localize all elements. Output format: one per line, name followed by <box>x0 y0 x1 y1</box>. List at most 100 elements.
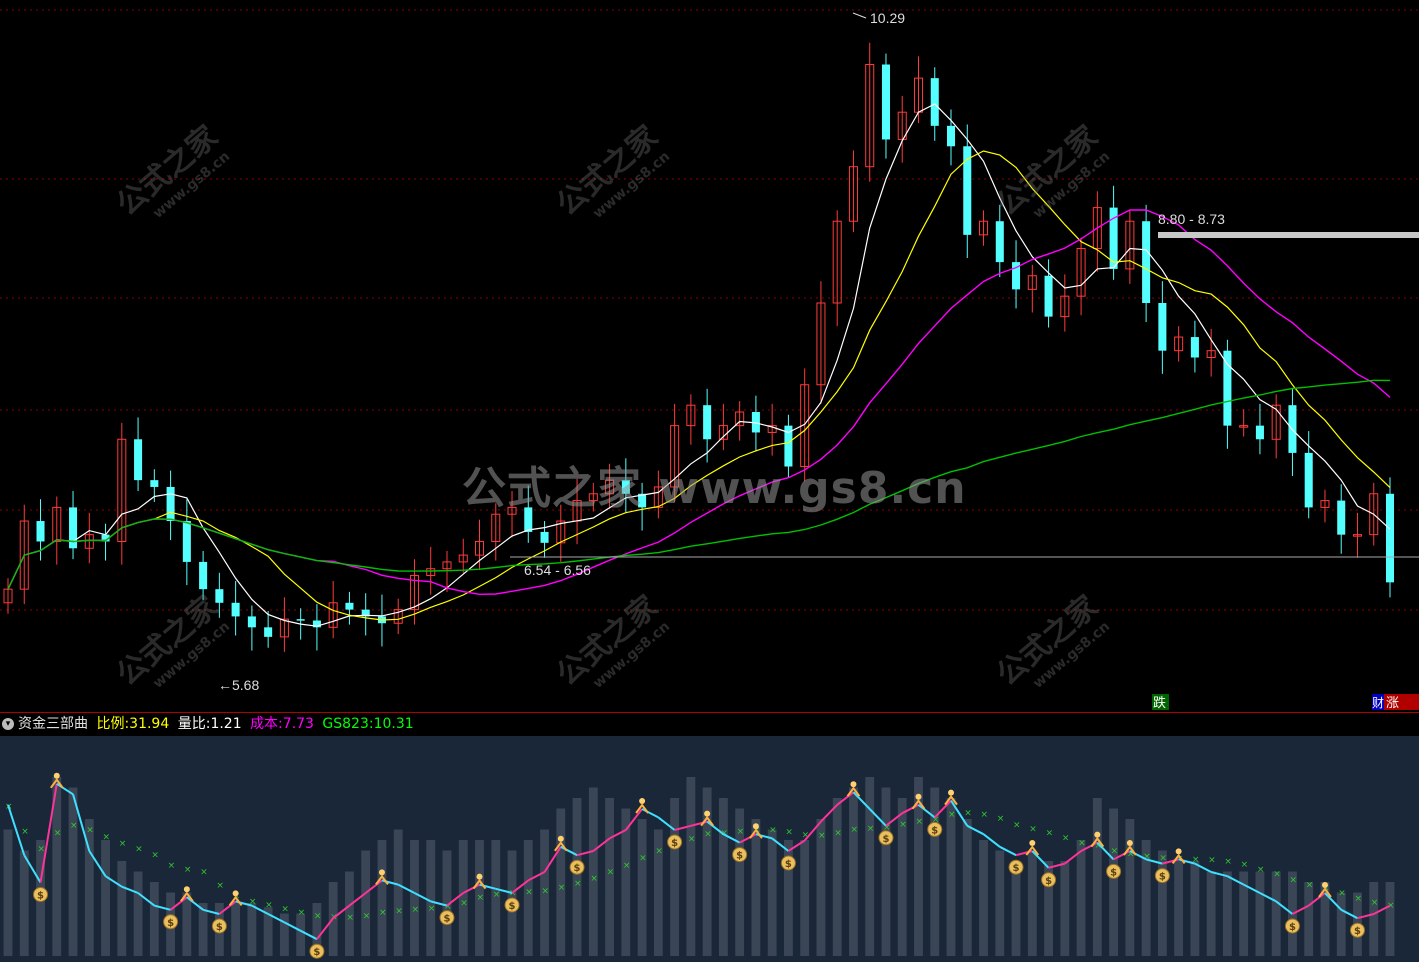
cross-marker: × <box>818 831 826 841</box>
cross-marker: × <box>168 861 176 871</box>
volume-bar <box>1255 871 1265 956</box>
volume-bar <box>1206 871 1216 956</box>
buy-moneybag-icon: $ <box>732 847 748 863</box>
buy-moneybag-icon: $ <box>1041 872 1057 888</box>
volume-bar <box>670 798 680 956</box>
candle-down <box>166 486 175 522</box>
signal-head <box>639 798 646 804</box>
cross-marker: × <box>1078 838 1086 848</box>
candle-down <box>703 405 712 440</box>
cross-marker: × <box>265 901 273 911</box>
volume-bar <box>231 903 241 956</box>
candle-down <box>231 602 240 617</box>
cross-marker: × <box>119 839 127 849</box>
cross-marker: × <box>493 890 501 900</box>
cross-marker: × <box>314 911 322 921</box>
candle-down <box>524 507 533 532</box>
volume-bar <box>1222 871 1232 956</box>
moneybag-symbol: $ <box>443 914 450 925</box>
moneybag-symbol: $ <box>736 851 743 862</box>
volume-bar <box>979 840 988 956</box>
buy-moneybag-icon: $ <box>309 943 325 959</box>
candle-down <box>199 561 208 590</box>
volume-bar <box>1011 861 1021 956</box>
volume-bar <box>800 840 810 956</box>
cross-marker: × <box>785 827 793 837</box>
collapse-icon[interactable]: ▾ <box>2 718 14 730</box>
cross-marker: × <box>411 905 419 915</box>
volume-bar <box>865 777 875 956</box>
cross-marker: × <box>1371 898 1379 908</box>
volume-bar <box>995 850 1005 956</box>
moneybag-symbol: $ <box>574 863 581 874</box>
volume-bar <box>686 777 696 956</box>
cross-marker: × <box>574 879 582 889</box>
cross-marker: × <box>200 868 208 878</box>
volume-bar <box>751 819 761 956</box>
cross-marker: × <box>867 824 875 834</box>
cross-marker: × <box>915 817 923 827</box>
volume-bar <box>881 787 891 956</box>
moneybag-symbol: $ <box>509 901 516 912</box>
high-price-label: 10.29 <box>870 10 905 26</box>
cross-marker: × <box>834 828 842 838</box>
buy-moneybag-icon: $ <box>504 897 520 913</box>
volume-bar <box>296 913 306 956</box>
candle-down <box>215 589 224 603</box>
ma20-line <box>7 209 1391 596</box>
cross-marker: × <box>639 853 647 863</box>
volume-bar <box>1174 861 1184 956</box>
price-chart[interactable]: 10.29 ←5.68 8.80 - 8.73 6.54 - 6.56 跌 财 … <box>0 0 1419 712</box>
cross-marker: × <box>623 861 631 871</box>
candle-down <box>150 480 159 487</box>
cross-marker: × <box>1013 820 1021 830</box>
ratio-value: 31.94 <box>129 716 170 732</box>
cross-marker: × <box>1111 847 1119 857</box>
cross-marker: × <box>21 827 29 837</box>
cross-marker: × <box>981 810 989 820</box>
volume-bar <box>149 882 159 956</box>
volume-bar <box>637 819 647 956</box>
candle-down <box>182 521 191 562</box>
volume-bar <box>1027 850 1037 956</box>
volume-bar <box>832 798 842 956</box>
cross-marker: × <box>737 827 745 837</box>
signal-head <box>378 869 385 876</box>
volume-bar <box>718 798 728 956</box>
signal-head <box>704 810 711 817</box>
fund-indicator-chart[interactable]: × × × × × × × × × × × × × × × × × × × × × × × × × × × × × × × × × × × × × × × ×… <box>0 736 1419 962</box>
cross-marker: × <box>558 883 566 893</box>
candle-down <box>247 616 256 628</box>
gs-value: 10.31 <box>373 716 414 732</box>
volume-bar <box>68 787 78 956</box>
cross-marker: × <box>395 906 403 916</box>
fall-badge: 跌 <box>1153 695 1166 711</box>
cross-marker: × <box>769 825 777 835</box>
rise-badge: 涨 <box>1386 696 1399 711</box>
indicator-name[interactable]: 资金三部曲 <box>18 716 88 732</box>
cross-marker: × <box>298 908 306 918</box>
cross-marker: × <box>184 865 192 875</box>
candle-down <box>930 78 939 126</box>
cross-marker: × <box>1273 869 1281 879</box>
cross-marker: × <box>38 845 46 855</box>
buy-moneybag-icon: $ <box>569 859 585 875</box>
cross-marker: × <box>655 846 663 856</box>
candle-down <box>36 521 45 542</box>
buy-moneybag-icon: $ <box>927 821 943 837</box>
moneybag-symbol: $ <box>1159 872 1166 883</box>
candle-down <box>1337 500 1346 535</box>
volume-bar <box>1304 882 1314 956</box>
cross-marker: × <box>281 904 289 914</box>
candle-down <box>995 221 1004 263</box>
ratio-label: 比例: <box>96 716 130 732</box>
signal-head <box>53 772 60 779</box>
buy-moneybag-icon: $ <box>1284 918 1300 934</box>
cross-marker: × <box>850 825 858 835</box>
volume-bar <box>19 850 29 956</box>
gs-label: GS823: <box>322 716 374 732</box>
volume-bar <box>101 840 110 956</box>
moneybag-symbol: $ <box>1045 876 1052 887</box>
volume-bar <box>849 787 858 956</box>
moneybag-symbol: $ <box>1354 926 1361 937</box>
